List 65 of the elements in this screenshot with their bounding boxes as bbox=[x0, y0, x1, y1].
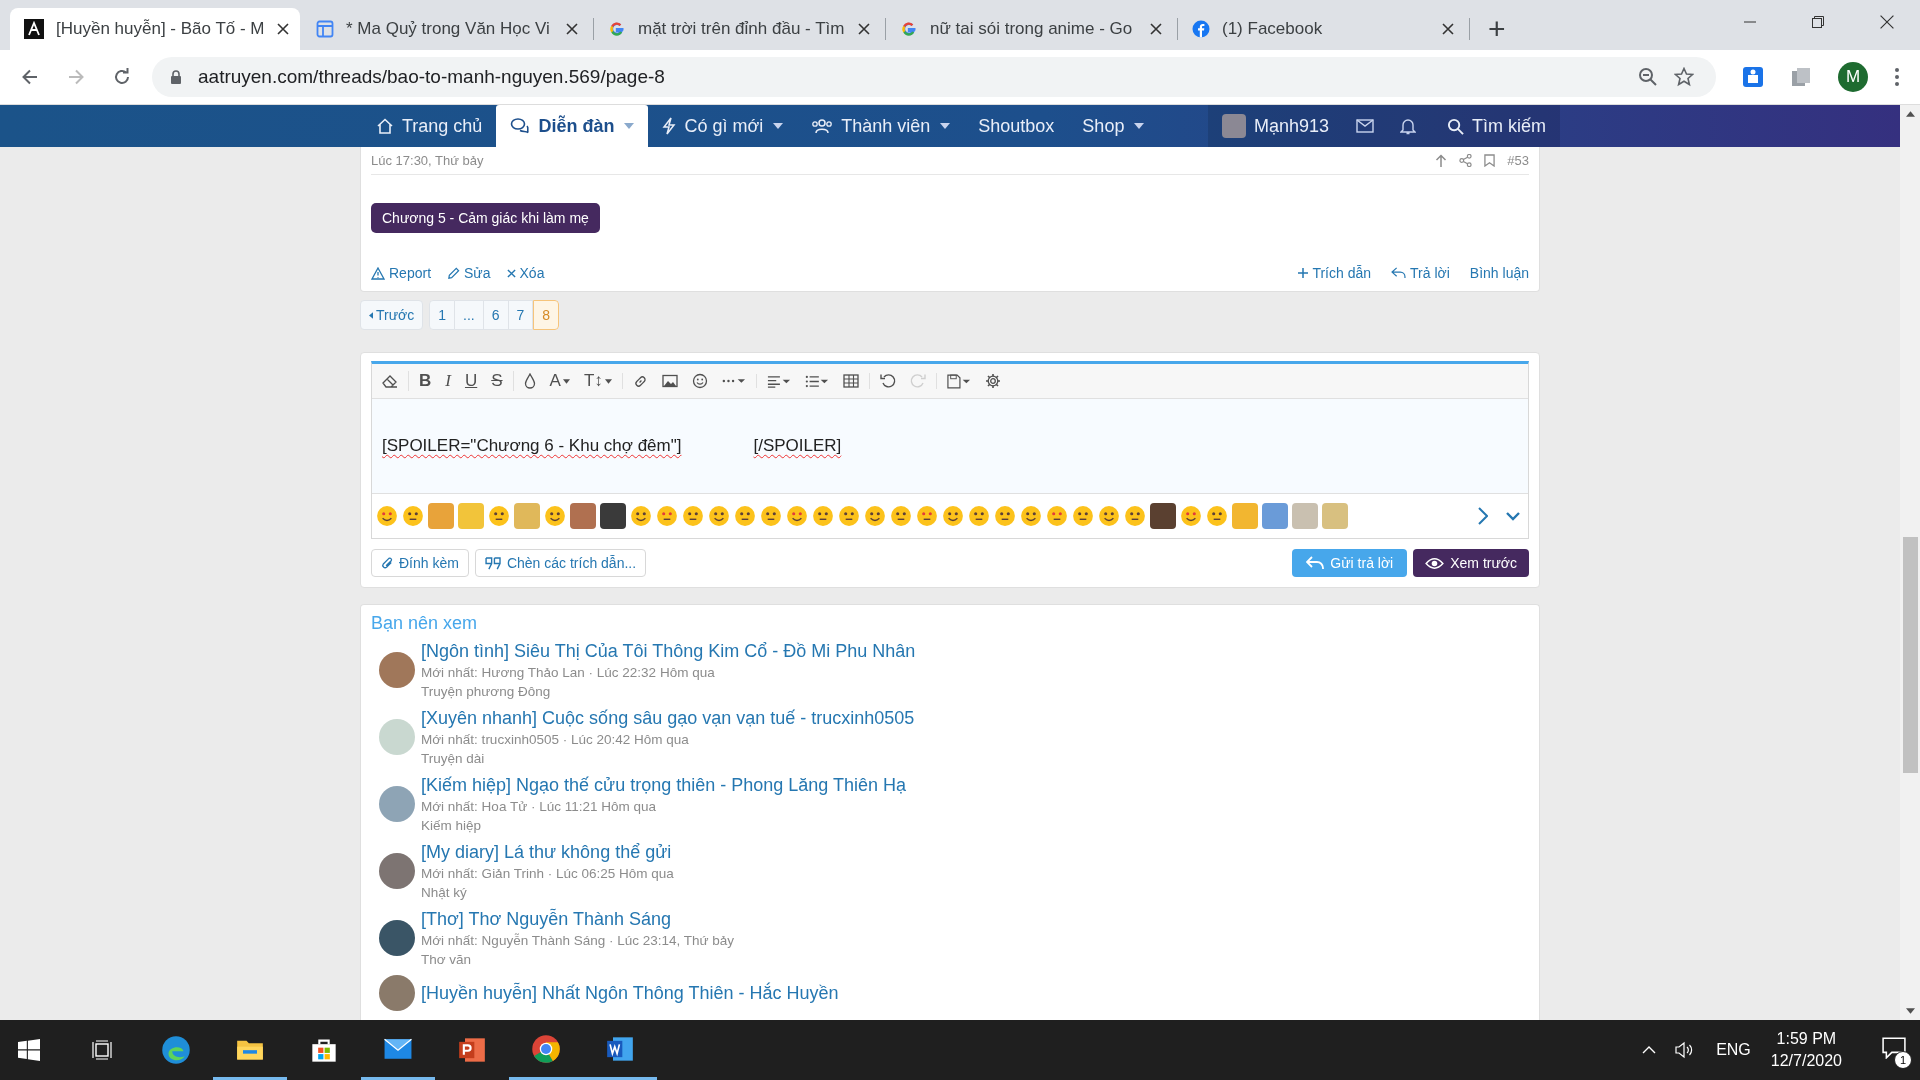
post-action-link[interactable]: Bình luận bbox=[1469, 265, 1529, 281]
notification-badge: 1 bbox=[1894, 1051, 1912, 1069]
nav-tab[interactable]: Thành viên bbox=[797, 105, 965, 147]
thread-category[interactable]: Nhật ký bbox=[421, 885, 674, 901]
user-menu[interactable]: Mạnh913 bbox=[1207, 105, 1343, 147]
insert-quotes-button[interactable]: Chèn các trích dẫn... bbox=[474, 549, 647, 577]
tab-title: (1) Facebook bbox=[1222, 19, 1324, 39]
tab-title: nữ tai sói trong anime - Go bbox=[930, 19, 1134, 39]
section-title: Bạn nên xem bbox=[371, 613, 479, 634]
tab-title: [Huyền huyễn] - Bão Tố - M bbox=[56, 19, 265, 39]
post-action-link[interactable]: Xóa bbox=[506, 265, 545, 281]
thread-meta: Mới nhất: Hương Thảo Lan · Lúc 22:32 Hôm qua bbox=[421, 665, 716, 681]
browser-tab[interactable]: * Ma Quỷ trong Văn Học Vi bbox=[302, 8, 592, 50]
page-number-button[interactable]: ... bbox=[455, 300, 484, 330]
strike-button[interactable]: S bbox=[491, 371, 503, 391]
page-number-button[interactable]: 1 bbox=[429, 300, 456, 330]
page-number-button[interactable]: 7 bbox=[508, 300, 534, 330]
thread-category[interactable]: Kiếm hiệp bbox=[421, 818, 907, 834]
address-field[interactable]: aatruyen.com/threads/bao-to-manh-nguyen.569/page-8 bbox=[152, 57, 1716, 97]
browser-tab[interactable]: (1) Facebook bbox=[1178, 8, 1468, 50]
thread-category[interactable]: Truyện dài bbox=[421, 751, 915, 767]
page-number-button[interactable]: 6 bbox=[483, 300, 509, 330]
profile-avatar[interactable]: M bbox=[1838, 62, 1868, 92]
font-size-button[interactable]: T↕ bbox=[583, 371, 612, 391]
post-time: Lúc 17:30, Thứ bảy bbox=[371, 153, 484, 168]
font-button[interactable]: A bbox=[549, 371, 570, 391]
thread-category[interactable]: Truyện phương Đông bbox=[421, 684, 916, 700]
thread-category[interactable]: Thơ văn bbox=[421, 952, 735, 968]
post-action-link[interactable]: Report bbox=[371, 265, 432, 281]
browser-tab[interactable]: nữ tai sói trong anime - Go bbox=[886, 8, 1176, 50]
post-action-link[interactable]: Sửa bbox=[447, 265, 491, 281]
message-input[interactable]: [SPOILER="Chương 6 - Khu chợ đêm"] [/SPOILER] bbox=[372, 399, 1528, 493]
thread-title-link[interactable]: [Xuyên nhanh] Cuộc sống sâu gạo vạn vạn tuế - trucxinh0505 bbox=[421, 707, 915, 729]
thread-meta: Mới nhất: trucxinh0505 · Lúc 20:42 Hôm qua bbox=[421, 732, 690, 748]
spoiler-button[interactable]: Chương 5 - Cảm giác khi làm mẹ bbox=[371, 203, 600, 233]
post-action-link[interactable]: Trích dẫn bbox=[1298, 265, 1372, 281]
new-tab-button[interactable]: + bbox=[1488, 14, 1506, 44]
thread-title-link[interactable]: [Ngôn tình] Siêu Thị Của Tôi Thông Kim Cổ - Đồ Mi Phu Nhân bbox=[421, 640, 916, 662]
italic-button[interactable]: I bbox=[445, 371, 451, 391]
post-action-link[interactable]: Trả lời bbox=[1391, 265, 1450, 281]
post-number[interactable]: #53 bbox=[1507, 153, 1529, 168]
bold-button[interactable]: B bbox=[419, 371, 432, 391]
tab-title: * Ma Quỷ trong Văn Học Vi bbox=[346, 19, 551, 39]
thread-title-link[interactable]: [Thơ] Thơ Nguyễn Thành Sáng bbox=[421, 908, 735, 930]
tab-title: mặt trời trên đỉnh đầu - Tìm bbox=[638, 19, 846, 39]
browser-tab[interactable]: mặt trời trên đỉnh đầu - Tìm bbox=[594, 8, 884, 50]
thread-meta: Mới nhất: Nguyễn Thành Sáng · Lúc 23:14, Thứ bảy bbox=[421, 933, 735, 949]
browser-tab[interactable]: [Huyền huyễn] - Bão Tố - M bbox=[10, 8, 300, 50]
search-button[interactable]: Tìm kiếm bbox=[1429, 105, 1560, 147]
thread-meta: Mới nhất: Giản Trinh · Lúc 06:25 Hôm qua bbox=[421, 866, 674, 882]
thread-title-link[interactable]: [Huyền huyễn] Nhất Ngôn Thông Thiên - Hắc Huyền bbox=[421, 982, 839, 1004]
nav-tab[interactable]: Shop bbox=[1068, 105, 1159, 147]
attach-button[interactable]: Đính kèm bbox=[371, 549, 469, 577]
underline-button[interactable]: U bbox=[464, 371, 478, 391]
nav-tab[interactable]: Diễn đàn bbox=[496, 105, 649, 147]
nav-tab[interactable]: Trang chủ bbox=[362, 105, 497, 147]
nav-tab[interactable]: Shoutbox bbox=[964, 105, 1069, 147]
thread-meta: Mới nhất: Hoa Tử · Lúc 11:21 Hôm qua bbox=[421, 799, 657, 815]
previous-page-button[interactable]: Trước bbox=[360, 300, 424, 330]
preview-button[interactable]: Xem trước bbox=[1413, 549, 1529, 577]
language-indicator[interactable]: ENG bbox=[1716, 1041, 1751, 1059]
nav-tab[interactable]: Có gì mới bbox=[648, 105, 798, 147]
clock[interactable]: 1:59 PM 12/7/2020 bbox=[1770, 1030, 1842, 1070]
thread-title-link[interactable]: [My diary] Lá thư không thể gửi bbox=[421, 841, 674, 863]
thread-title-link[interactable]: [Kiếm hiệp] Ngạo thế cửu trọng thiên - Phong Lăng Thiên Hạ bbox=[421, 774, 907, 796]
